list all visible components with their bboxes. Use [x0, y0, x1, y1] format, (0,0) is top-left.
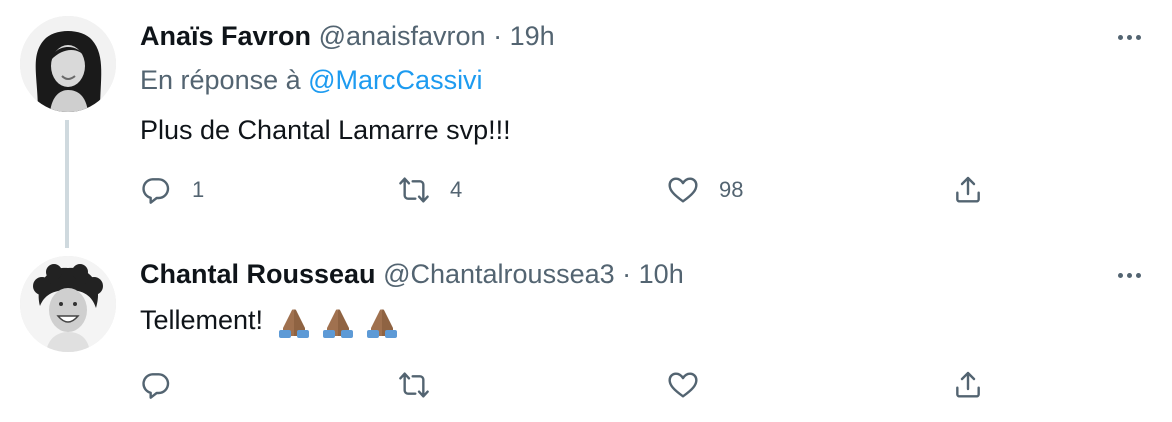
heart-icon — [668, 372, 698, 398]
retweet-icon — [399, 177, 429, 203]
heart-icon — [668, 177, 698, 203]
timestamp[interactable]: 10h — [639, 259, 684, 289]
tweet-header: Anaïs Favron @anaisfavron · 19h — [140, 18, 555, 54]
reply-context: En réponse à @MarcCassivi — [140, 62, 483, 98]
avatar[interactable] — [20, 256, 116, 352]
share-icon — [956, 371, 980, 398]
tweet-actions — [140, 365, 1000, 405]
timestamp[interactable]: 19h — [510, 21, 555, 51]
tweet-text-row: Tellement! — [140, 302, 401, 338]
like-button[interactable] — [667, 365, 699, 405]
tweet-text: Plus de Chantal Lamarre svp!!! — [140, 115, 511, 145]
share-button[interactable] — [952, 170, 984, 210]
retweet-button[interactable]: 4 — [398, 170, 462, 210]
tweet[interactable]: Anaïs Favron @anaisfavron · 19h En répon… — [0, 0, 1172, 250]
reply-button[interactable]: 1 — [140, 170, 204, 210]
retweet-icon — [399, 372, 429, 398]
reply-count: 1 — [192, 177, 205, 202]
like-button[interactable]: 98 — [667, 170, 743, 210]
reply-button[interactable] — [140, 365, 172, 405]
share-icon — [956, 176, 980, 203]
reply-icon — [142, 373, 170, 399]
separator: · — [622, 259, 632, 289]
tweet-text: Tellement! — [140, 305, 264, 335]
avatar[interactable] — [20, 16, 116, 112]
display-name[interactable]: Anaïs Favron — [140, 21, 311, 51]
folded-hands-icon — [323, 309, 354, 338]
mention-link[interactable]: @MarcCassivi — [308, 65, 482, 95]
more-icon[interactable] — [1112, 22, 1146, 52]
more-icon[interactable] — [1112, 260, 1146, 290]
retweet-count: 4 — [450, 177, 463, 202]
folded-hands-icon — [279, 309, 310, 338]
share-button[interactable] — [952, 365, 984, 405]
tweet-header: Chantal Rousseau @Chantalroussea3 · 10h — [140, 256, 684, 292]
like-count: 98 — [719, 177, 744, 202]
tweet-actions: 1 4 98 — [140, 170, 1000, 210]
separator: · — [493, 21, 503, 51]
folded-hands-icon — [367, 309, 398, 338]
user-handle[interactable]: @anaisfavron — [319, 21, 486, 51]
reply-icon — [142, 178, 170, 204]
user-handle[interactable]: @Chantalroussea3 — [383, 259, 615, 289]
reply-prefix: En réponse à — [140, 65, 301, 95]
retweet-button[interactable] — [398, 365, 430, 405]
thread-line — [65, 120, 69, 248]
display-name[interactable]: Chantal Rousseau — [140, 259, 376, 289]
tweet[interactable]: Chantal Rousseau @Chantalroussea3 · 10h … — [0, 250, 1172, 422]
